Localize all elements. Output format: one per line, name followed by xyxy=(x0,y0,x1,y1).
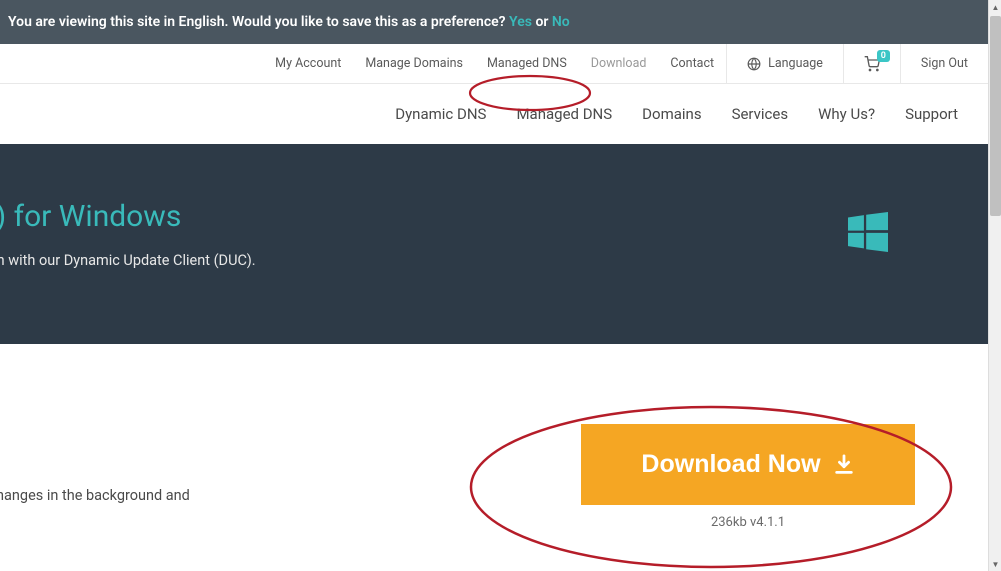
download-icon xyxy=(833,454,855,476)
hero-subtitle: th your No-IP host or domain with our Dy… xyxy=(0,252,988,269)
main-nav: Dynamic DNS Managed DNS Domains Services… xyxy=(0,84,988,144)
nav-cart[interactable]: 0 xyxy=(843,44,900,83)
nav-support[interactable]: Support xyxy=(905,105,958,123)
nav-contact[interactable]: Contact xyxy=(658,44,726,83)
nav-domains[interactable]: Domains xyxy=(642,105,701,123)
nav-manage-domains[interactable]: Manage Domains xyxy=(353,44,475,83)
cart-badge: 0 xyxy=(877,50,890,62)
scrollbar-arrow-up-icon[interactable]: ▲ xyxy=(989,0,1001,14)
desc-line-2: whenever it changes. xyxy=(0,507,508,530)
nav-why-us[interactable]: Why Us? xyxy=(818,105,875,123)
globe-icon xyxy=(747,57,761,71)
desc-line-1: ally checks for IP address changes in th… xyxy=(0,484,508,507)
scrollbar-thumb[interactable] xyxy=(990,16,1001,216)
nav-sign-out[interactable]: Sign Out xyxy=(900,44,988,83)
nav-download[interactable]: Download xyxy=(579,44,659,83)
language-prompt-text: You are viewing this site in English. Wo… xyxy=(8,14,506,30)
download-meta-text: 236kb v4.1.1 xyxy=(711,515,785,530)
vertical-scrollbar[interactable]: ▲ ▼ xyxy=(988,0,1001,571)
language-preference-bar: You are viewing this site in English. Wo… xyxy=(0,0,988,44)
windows-icon xyxy=(848,212,888,252)
download-button-label: Download Now xyxy=(641,450,820,479)
nav-dynamic-dns[interactable]: Dynamic DNS xyxy=(395,105,486,123)
download-now-button[interactable]: Download Now xyxy=(581,424,914,505)
scrollbar-arrow-down-icon[interactable]: ▼ xyxy=(989,557,1001,571)
content-description: ally checks for IP address changes in th… xyxy=(0,404,508,530)
nav-managed-dns-main[interactable]: Managed DNS xyxy=(516,105,612,123)
language-or-text: or xyxy=(535,14,548,30)
nav-language[interactable]: Language xyxy=(726,44,843,83)
nav-language-label: Language xyxy=(768,56,823,71)
nav-services[interactable]: Services xyxy=(732,105,789,123)
language-no-link[interactable]: No xyxy=(552,14,570,30)
nav-managed-dns-top[interactable]: Managed DNS xyxy=(475,44,579,83)
content-section: ally checks for IP address changes in th… xyxy=(0,344,988,530)
hero-section: e Client (DUC) for Windows th your No-IP… xyxy=(0,144,988,344)
nav-my-account[interactable]: My Account xyxy=(263,44,353,83)
top-account-nav: My Account Manage Domains Managed DNS Do… xyxy=(0,44,988,84)
hero-title: e Client (DUC) for Windows xyxy=(0,199,988,234)
language-yes-link[interactable]: Yes xyxy=(509,14,532,30)
